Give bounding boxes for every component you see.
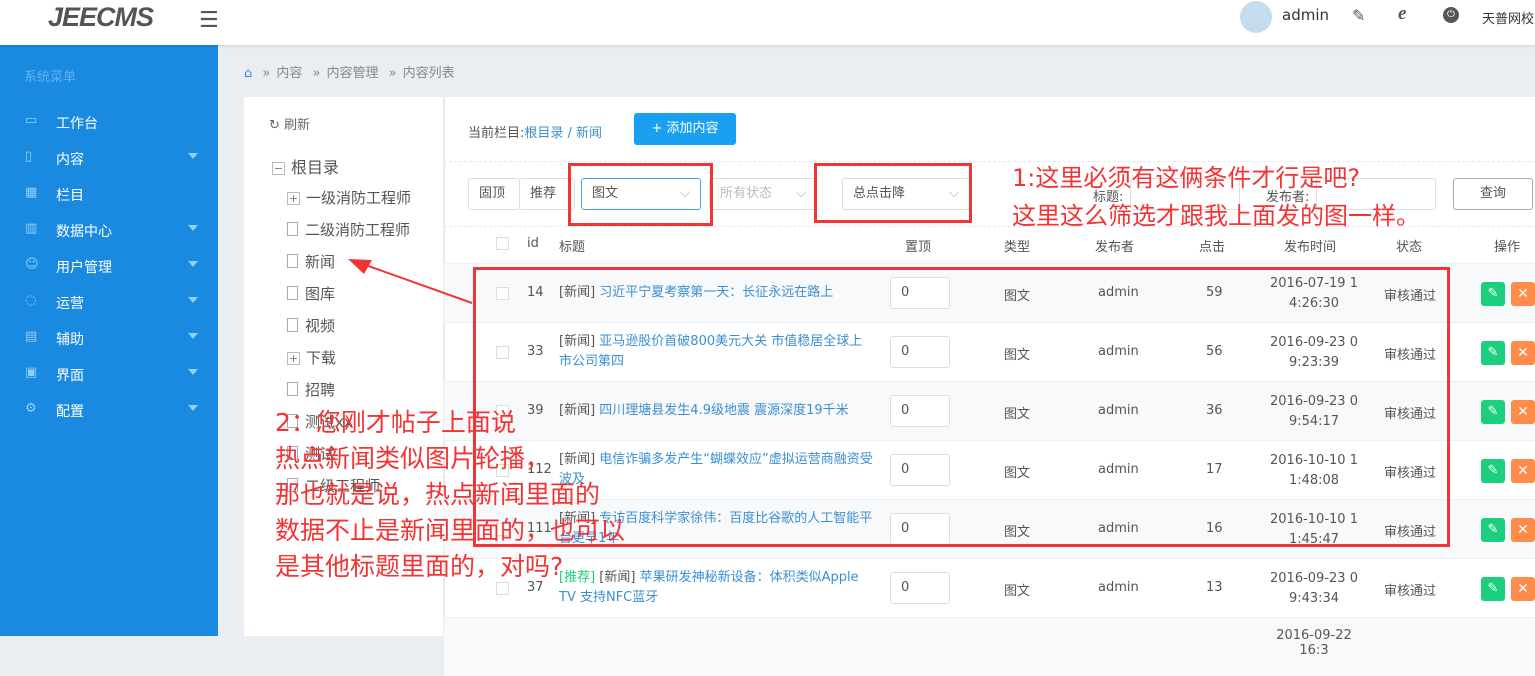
annotation-arrow [348,259,473,304]
